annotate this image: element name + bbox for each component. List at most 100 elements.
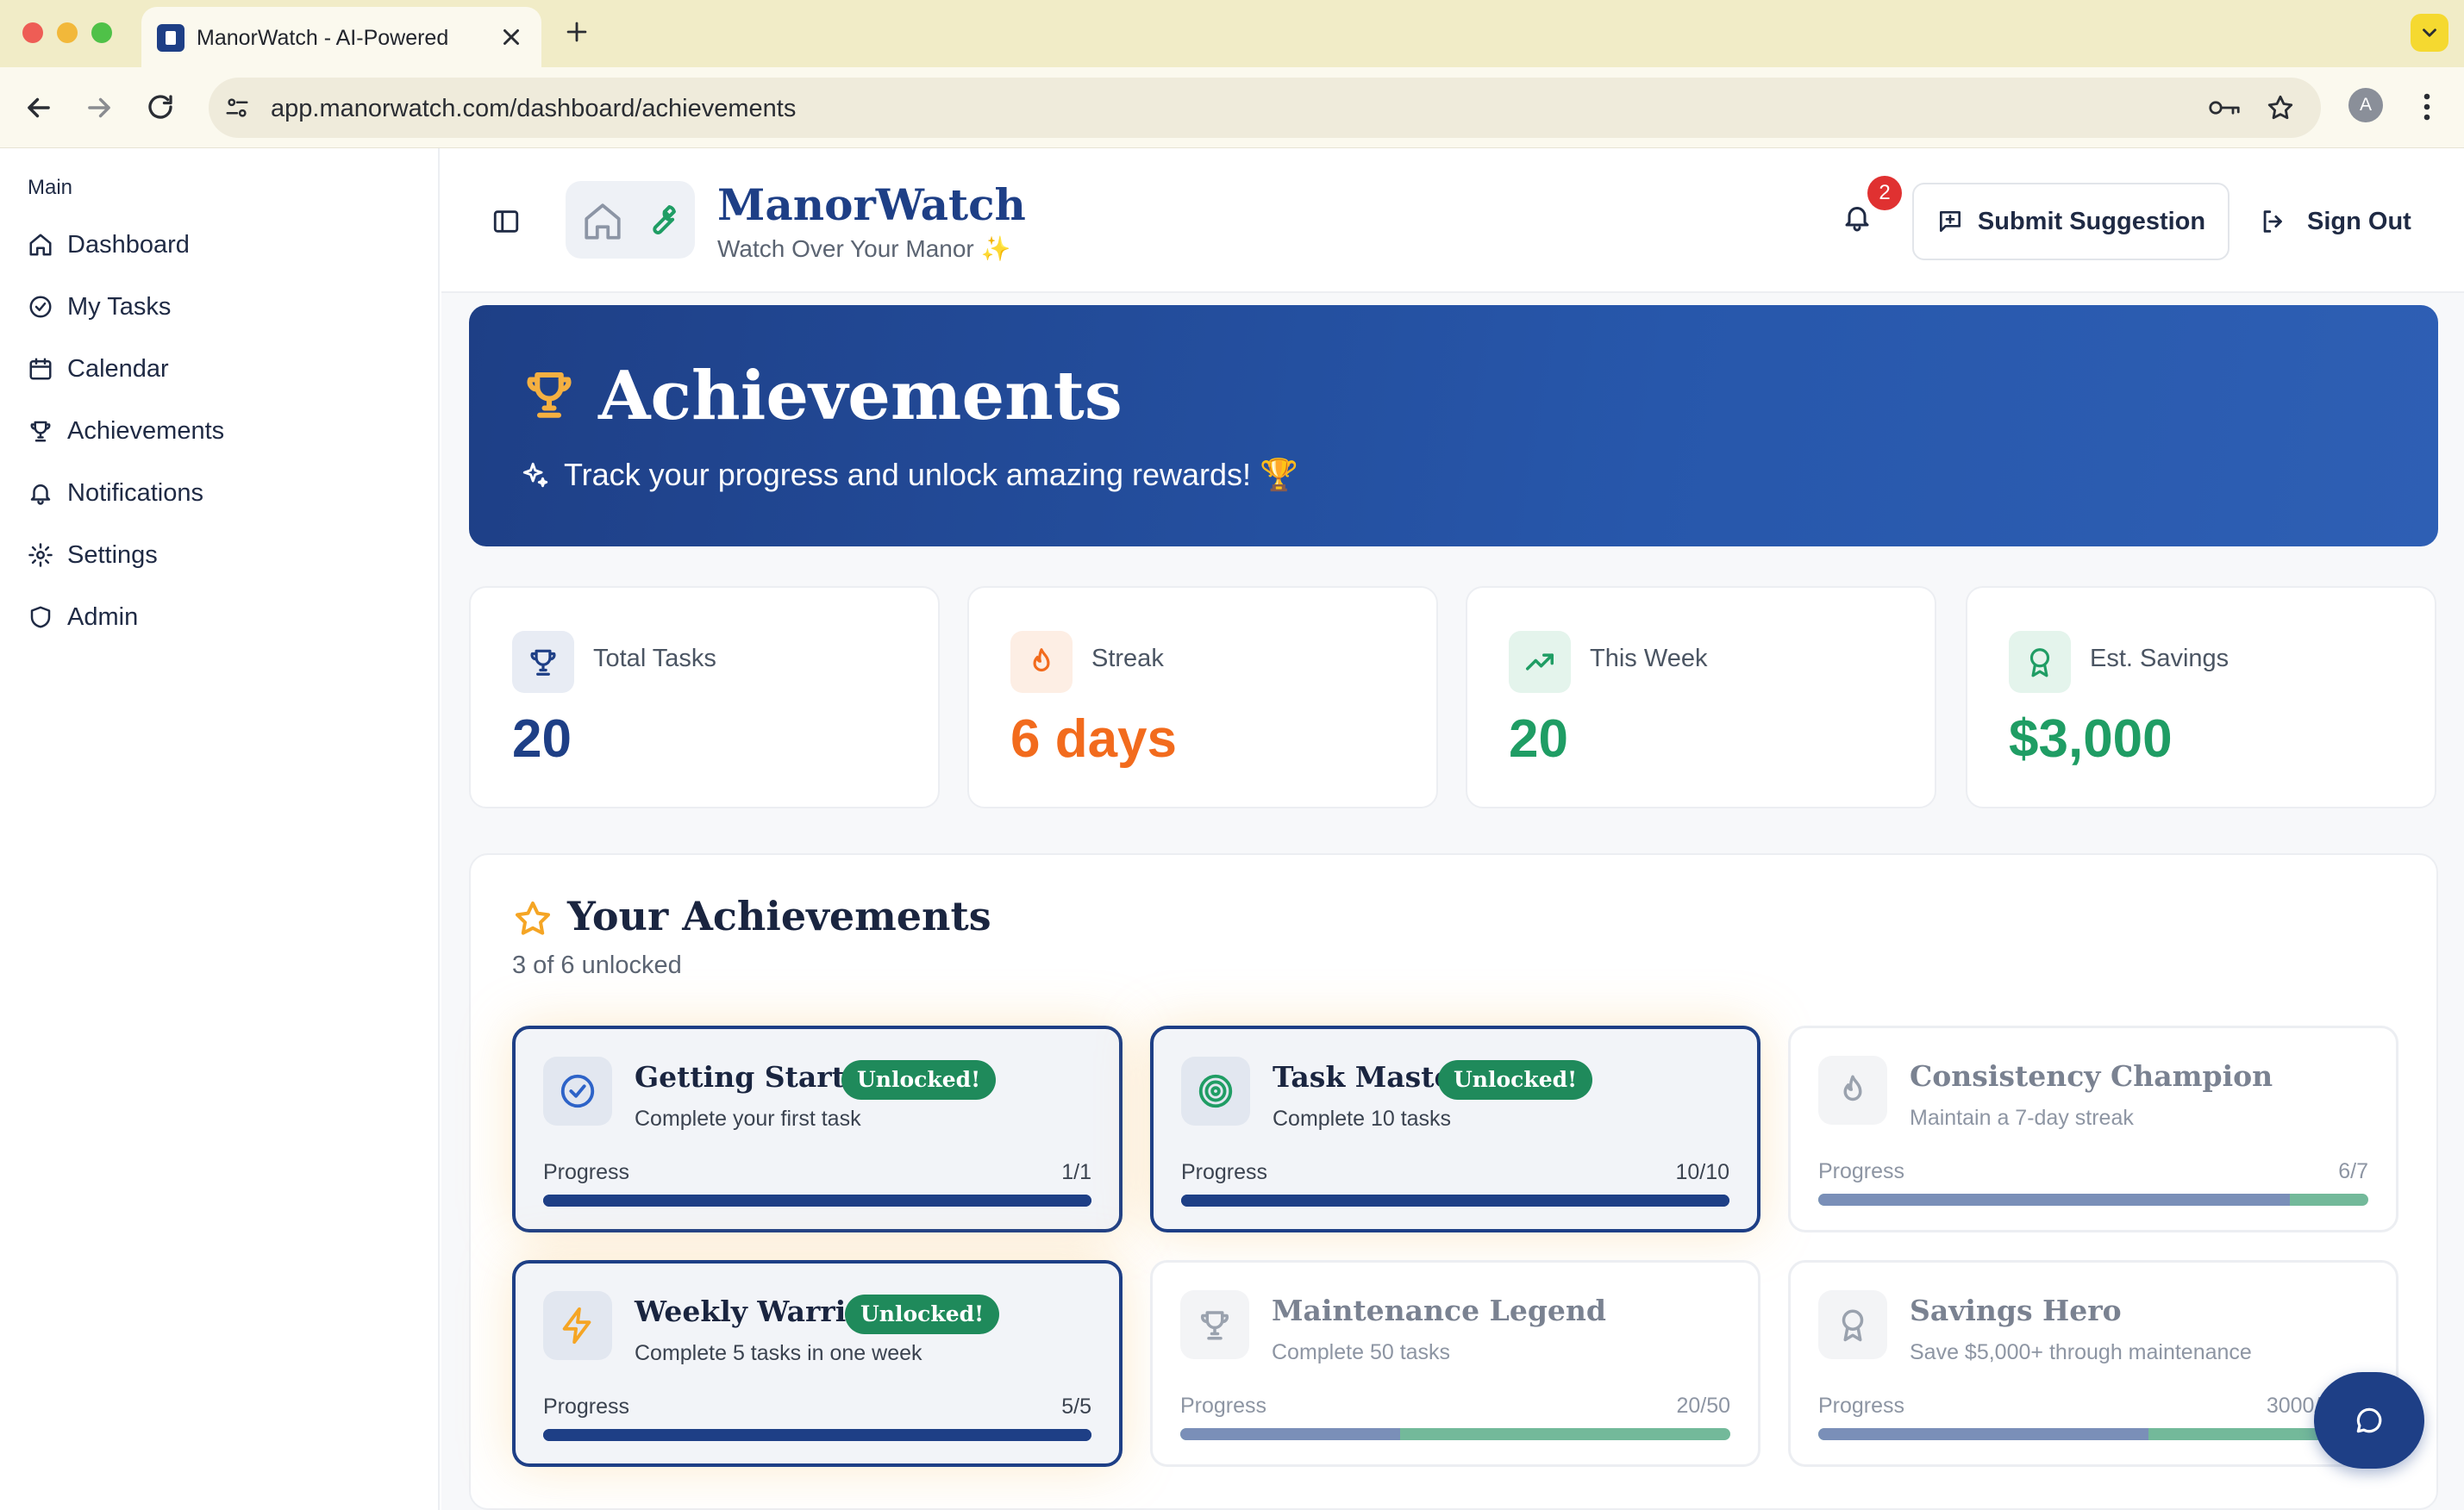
- progress-bar: [1180, 1428, 1730, 1440]
- gear-icon: [28, 542, 53, 568]
- sidebar-item-admin[interactable]: Admin: [28, 595, 138, 640]
- lightning-icon: [543, 1291, 612, 1360]
- home-icon: [28, 232, 53, 258]
- achievement-description: Complete 50 tasks: [1272, 1340, 1451, 1364]
- progress-value: 10/10: [1675, 1160, 1729, 1184]
- achievement-card-task-master[interactable]: Task Master Unlocked! Complete 10 tasks …: [1150, 1026, 1760, 1232]
- message-plus-icon: [1936, 208, 1964, 235]
- trophy-icon: [521, 365, 578, 422]
- tab-search-chevron-icon[interactable]: [2411, 14, 2448, 52]
- sidebar-item-label: Achievements: [67, 416, 225, 445]
- tab-close-icon[interactable]: [498, 24, 524, 50]
- stat-label: Total Tasks: [593, 645, 716, 672]
- wrench-icon: [641, 202, 679, 240]
- profile-avatar[interactable]: A: [2348, 88, 2383, 122]
- stat-label: Est. Savings: [2090, 645, 2229, 672]
- window-minimize-button[interactable]: [57, 22, 78, 43]
- achievements-panel: Your Achievements 3 of 6 unlocked Gettin…: [469, 853, 2438, 1510]
- sidebar-item-my-tasks[interactable]: My Tasks: [28, 284, 171, 329]
- progress-label: Progress: [1181, 1160, 1268, 1184]
- browser-menu-icon[interactable]: [2421, 91, 2433, 122]
- reload-icon[interactable]: [145, 91, 176, 122]
- unlocked-count: 3 of 6 unlocked: [512, 952, 682, 979]
- unlocked-badge: Unlocked!: [841, 1060, 997, 1100]
- submit-suggestion-label: Submit Suggestion: [1977, 207, 2206, 235]
- progress-bar: [543, 1195, 1091, 1207]
- chat-button[interactable]: [2314, 1372, 2424, 1469]
- progress-fill: [1818, 1428, 2148, 1440]
- site-settings-icon[interactable]: [224, 95, 250, 121]
- progress-value: 20/50: [1676, 1394, 1730, 1418]
- check-circle-icon: [28, 294, 53, 320]
- address-bar[interactable]: app.manorwatch.com/dashboard/achievement…: [209, 78, 2321, 138]
- browser-tab-bar: ManorWatch - AI-Powered Home Maintenance: [0, 0, 2464, 67]
- notification-bell-icon[interactable]: [1842, 202, 1873, 233]
- notification-count-badge[interactable]: 2: [1867, 176, 1902, 210]
- window-maximize-button[interactable]: [91, 22, 112, 43]
- home-icon: [581, 200, 624, 243]
- stat-label: This Week: [1590, 645, 1708, 672]
- sidebar-item-settings[interactable]: Settings: [28, 533, 158, 577]
- sparkles-icon: [521, 460, 550, 490]
- logo: [566, 181, 695, 259]
- progress-fill: [1180, 1428, 1401, 1440]
- page-subtitle-text: Track your progress and unlock amazing r…: [564, 457, 1298, 492]
- check-circle-icon: [543, 1057, 612, 1126]
- achievement-card-weekly-warrior[interactable]: Weekly Warrior Unlocked! Complete 5 task…: [512, 1260, 1123, 1467]
- progress-value: 5/5: [1061, 1395, 1091, 1419]
- star-icon: [512, 898, 553, 939]
- stat-card-streak: Streak 6 days: [967, 586, 1438, 808]
- sidebar-item-achievements[interactable]: Achievements: [28, 409, 224, 453]
- window-close-button[interactable]: [22, 22, 43, 43]
- chat-bubble-icon: [2353, 1404, 2386, 1437]
- sidebar-item-label: My Tasks: [67, 292, 172, 321]
- achievement-description: Complete 10 tasks: [1273, 1107, 1452, 1131]
- achievement-card-savings-hero[interactable]: Savings Hero Save $5,000+ through mainte…: [1788, 1260, 2398, 1467]
- achievement-name: Maintenance Legend: [1272, 1294, 1606, 1327]
- progress-label: Progress: [1180, 1394, 1267, 1418]
- progress-bar: [1818, 1428, 2368, 1440]
- achievement-card-maintenance-legend[interactable]: Maintenance Legend Complete 50 tasks Pro…: [1150, 1260, 1760, 1467]
- progress-label: Progress: [543, 1160, 630, 1184]
- award-icon: [1818, 1290, 1887, 1359]
- page-title: Achievements: [598, 357, 1123, 435]
- sidebar-item-notifications[interactable]: Notifications: [28, 471, 203, 515]
- progress-fill: [1818, 1194, 2290, 1206]
- forward-arrow-icon[interactable]: [83, 91, 116, 124]
- achievement-description: Save $5,000+ through maintenance: [1910, 1340, 2252, 1364]
- trending-up-icon: [1509, 631, 1571, 693]
- progress-bar: [1818, 1194, 2368, 1206]
- achievement-card-consistency-champion[interactable]: Consistency Champion Maintain a 7-day st…: [1788, 1026, 2398, 1232]
- stat-card-total-tasks: Total Tasks 20: [469, 586, 940, 808]
- sign-out-label: Sign Out: [2307, 207, 2411, 235]
- unlocked-badge: Unlocked!: [1438, 1060, 1593, 1100]
- achievement-card-getting-started[interactable]: Getting Started Unlocked! Complete your …: [512, 1026, 1123, 1232]
- shield-icon: [28, 604, 53, 630]
- tab-title: ManorWatch - AI-Powered Home Maintenance: [197, 26, 455, 50]
- achievement-description: Maintain a 7-day streak: [1910, 1106, 2134, 1130]
- flame-icon: [1010, 631, 1073, 693]
- sidebar-item-dashboard[interactable]: Dashboard: [28, 222, 190, 267]
- sidebar-item-label: Dashboard: [67, 230, 190, 259]
- new-tab-icon[interactable]: [562, 17, 591, 47]
- progress-label: Progress: [543, 1395, 630, 1419]
- sidebar-toggle-icon[interactable]: [491, 207, 521, 236]
- submit-suggestion-button[interactable]: Submit Suggestion: [1912, 183, 2229, 260]
- back-arrow-icon[interactable]: [22, 91, 55, 124]
- achievement-description: Complete 5 tasks in one week: [635, 1341, 922, 1365]
- browser-tab[interactable]: ManorWatch - AI-Powered Home Maintenance: [141, 7, 541, 67]
- sign-out-button[interactable]: Sign Out: [2259, 183, 2431, 260]
- sidebar-item-label: Settings: [67, 540, 158, 569]
- section-title: Your Achievements: [567, 893, 991, 939]
- progress-fill: [1181, 1195, 1729, 1207]
- achievement-name: Savings Hero: [1910, 1294, 2122, 1327]
- url-text[interactable]: app.manorwatch.com/dashboard/achievement…: [271, 95, 796, 123]
- password-key-icon[interactable]: [2207, 95, 2242, 121]
- calendar-icon: [28, 356, 53, 382]
- bookmark-star-icon[interactable]: [2266, 93, 2295, 122]
- trophy-icon: [28, 418, 53, 444]
- sidebar-item-calendar[interactable]: Calendar: [28, 346, 169, 391]
- achievement-name: Consistency Champion: [1910, 1059, 2273, 1093]
- progress-value: 6/7: [2338, 1159, 2368, 1183]
- tagline-text: Watch Over Your Manor: [717, 235, 974, 262]
